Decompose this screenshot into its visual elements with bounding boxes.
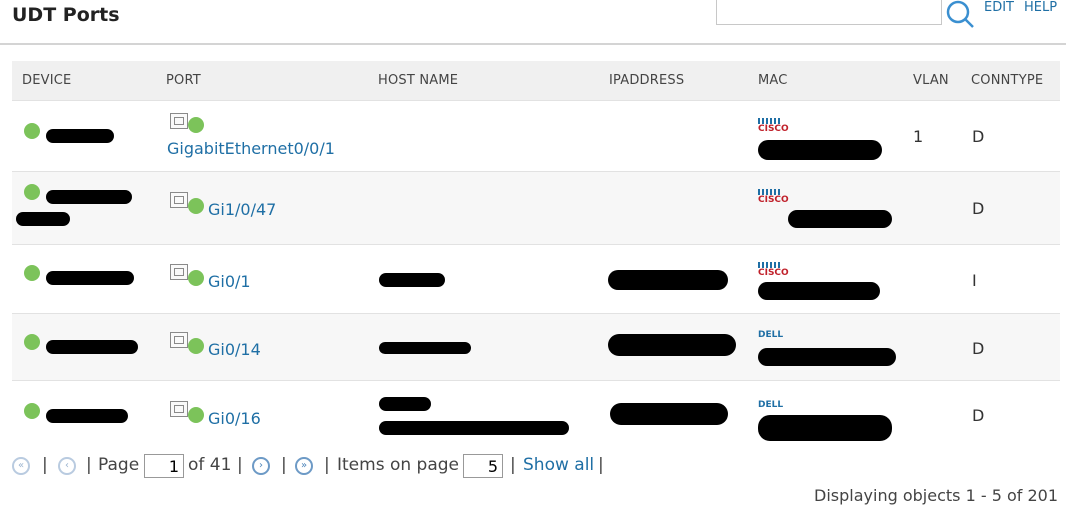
table-row: Gi0/16 DELL D bbox=[12, 380, 1060, 451]
pager-separator: | bbox=[510, 455, 516, 475]
port-status-icon bbox=[188, 117, 204, 133]
mac-redacted bbox=[758, 415, 892, 441]
vlan-value: 1 bbox=[913, 127, 924, 146]
page-number-input[interactable] bbox=[144, 454, 184, 478]
device-name-redacted[interactable] bbox=[46, 340, 138, 354]
host-name-redacted bbox=[379, 421, 569, 435]
mac-vendor-logo: CISCO bbox=[758, 124, 789, 134]
port-icon bbox=[170, 113, 188, 129]
ipaddress-redacted bbox=[610, 403, 728, 425]
port-icon bbox=[170, 332, 188, 348]
pager-separator: | bbox=[237, 455, 243, 475]
conntype-value: I bbox=[972, 271, 977, 290]
items-per-page-input[interactable] bbox=[463, 454, 503, 478]
port-link[interactable]: GigabitEthernet0/0/1 bbox=[167, 139, 335, 158]
device-status-icon bbox=[24, 184, 40, 200]
mac-vendor-logo: DELL bbox=[758, 330, 784, 340]
host-name-redacted bbox=[379, 397, 431, 411]
page-label: Page bbox=[98, 455, 140, 475]
device-name-redacted[interactable] bbox=[46, 271, 134, 285]
mac-vendor-logo: CISCO bbox=[758, 268, 789, 278]
col-ipaddress[interactable]: IPADDRESS bbox=[609, 73, 684, 88]
col-host-name[interactable]: HOST NAME bbox=[378, 73, 458, 88]
edit-link[interactable]: EDIT bbox=[984, 0, 1014, 15]
table-header: DEVICE PORT HOST NAME IPADDRESS MAC VLAN… bbox=[12, 61, 1060, 100]
page-title: UDT Ports bbox=[12, 4, 120, 26]
first-page-icon[interactable]: « bbox=[12, 457, 30, 475]
next-page-icon[interactable]: › bbox=[252, 457, 270, 475]
search-icon[interactable] bbox=[944, 0, 976, 28]
port-icon bbox=[170, 401, 188, 417]
udt-ports-table: DEVICE PORT HOST NAME IPADDRESS MAC VLAN… bbox=[12, 61, 1060, 451]
port-link[interactable]: Gi1/0/47 bbox=[208, 200, 276, 219]
col-conntype[interactable]: CONNTYPE bbox=[971, 73, 1043, 88]
pager-separator: | bbox=[86, 455, 92, 475]
port-link[interactable]: Gi0/16 bbox=[208, 409, 261, 428]
mac-vendor-logo: DELL bbox=[758, 400, 784, 410]
show-all-link[interactable]: Show all bbox=[523, 455, 594, 475]
table-row: Gi0/14 DELL D bbox=[12, 313, 1060, 380]
device-name-redacted[interactable] bbox=[16, 212, 70, 226]
table-row: Gi0/1 CISCO I bbox=[12, 244, 1060, 313]
col-port[interactable]: PORT bbox=[166, 73, 201, 88]
pager-separator: | bbox=[324, 455, 330, 475]
mac-redacted bbox=[758, 282, 880, 300]
help-link[interactable]: HELP bbox=[1024, 0, 1057, 15]
search-input[interactable] bbox=[716, 0, 942, 25]
device-status-icon bbox=[24, 334, 40, 350]
port-link[interactable]: Gi0/14 bbox=[208, 340, 261, 359]
device-status-icon bbox=[24, 123, 40, 139]
port-status-icon bbox=[188, 270, 204, 286]
port-icon bbox=[170, 192, 188, 208]
table-row: GigabitEthernet0/0/1 CISCO 1 D bbox=[12, 100, 1060, 171]
conntype-value: D bbox=[972, 339, 985, 358]
host-name-redacted bbox=[379, 273, 445, 287]
page-total-label: of 41 bbox=[188, 455, 232, 475]
port-status-icon bbox=[188, 338, 204, 354]
device-status-icon bbox=[24, 403, 40, 419]
mac-redacted bbox=[758, 348, 896, 366]
device-name-redacted[interactable] bbox=[46, 190, 132, 204]
col-device[interactable]: DEVICE bbox=[22, 73, 71, 88]
mac-redacted bbox=[788, 210, 892, 228]
items-on-page-label: Items on page bbox=[337, 455, 459, 475]
mac-redacted bbox=[758, 140, 882, 160]
port-status-icon bbox=[188, 198, 204, 214]
conntype-value: D bbox=[972, 127, 985, 146]
pager-separator: | bbox=[598, 455, 604, 475]
device-name-redacted[interactable] bbox=[46, 409, 128, 423]
pager-separator: | bbox=[281, 455, 287, 475]
prev-page-icon[interactable]: ‹ bbox=[58, 457, 76, 475]
port-link[interactable]: Gi0/1 bbox=[208, 272, 251, 291]
col-vlan[interactable]: VLAN bbox=[913, 73, 949, 88]
mac-vendor-logo: CISCO bbox=[758, 195, 789, 205]
ipaddress-redacted bbox=[608, 334, 736, 356]
device-name-redacted[interactable] bbox=[46, 129, 114, 143]
header-divider bbox=[0, 43, 1066, 45]
host-name-redacted bbox=[379, 342, 471, 354]
ipaddress-redacted bbox=[608, 270, 728, 290]
conntype-value: D bbox=[972, 199, 985, 218]
device-status-icon bbox=[24, 265, 40, 281]
last-page-icon[interactable]: » bbox=[295, 457, 313, 475]
table-row: Gi1/0/47 CISCO D bbox=[12, 171, 1060, 244]
col-mac[interactable]: MAC bbox=[758, 73, 788, 88]
conntype-value: D bbox=[972, 406, 985, 425]
port-icon bbox=[170, 264, 188, 280]
port-status-icon bbox=[188, 407, 204, 423]
pager-separator: | bbox=[42, 455, 48, 475]
displaying-objects-status: Displaying objects 1 - 5 of 201 bbox=[814, 486, 1058, 505]
